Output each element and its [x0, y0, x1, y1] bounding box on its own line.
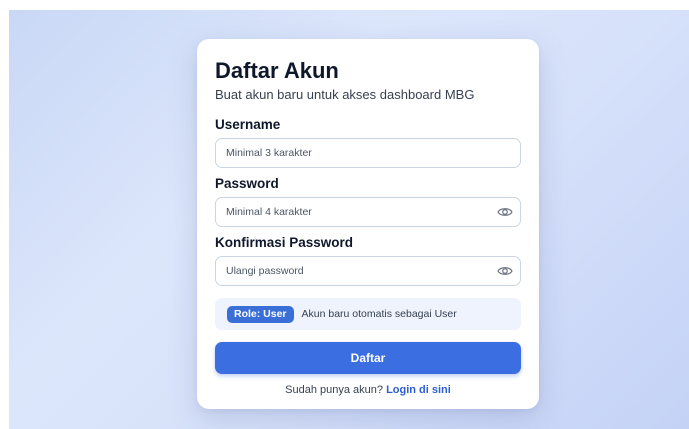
register-button[interactable]: Daftar [215, 342, 521, 374]
eye-icon[interactable] [497, 264, 513, 278]
username-field-wrapper [215, 138, 521, 168]
eye-icon[interactable] [497, 205, 513, 219]
role-note: Akun baru otomatis sebagai User [301, 308, 457, 320]
confirm-password-field-wrapper [215, 256, 521, 286]
login-link[interactable]: Login di sini [386, 384, 451, 396]
password-field-wrapper [215, 197, 521, 227]
login-prompt-text: Sudah punya akun? [285, 384, 387, 396]
confirm-password-group: Konfirmasi Password [215, 235, 521, 286]
register-card: Daftar Akun Buat akun baru untuk akses d… [197, 39, 539, 409]
password-input[interactable] [215, 197, 521, 227]
password-group: Password [215, 176, 521, 227]
confirm-password-input[interactable] [215, 256, 521, 286]
page-subtitle: Buat akun baru untuk akses dashboard MBG [215, 87, 475, 102]
role-info-box: Role: User Akun baru otomatis sebagai Us… [215, 298, 521, 330]
password-label: Password [215, 176, 279, 191]
page-title: Daftar Akun [215, 58, 339, 83]
username-input[interactable] [215, 138, 521, 168]
username-group: Username [215, 117, 521, 168]
username-label: Username [215, 117, 281, 132]
confirm-password-label: Konfirmasi Password [215, 235, 354, 250]
login-prompt: Sudah punya akun? Login di sini [215, 384, 521, 396]
role-badge: Role: User [227, 305, 294, 323]
